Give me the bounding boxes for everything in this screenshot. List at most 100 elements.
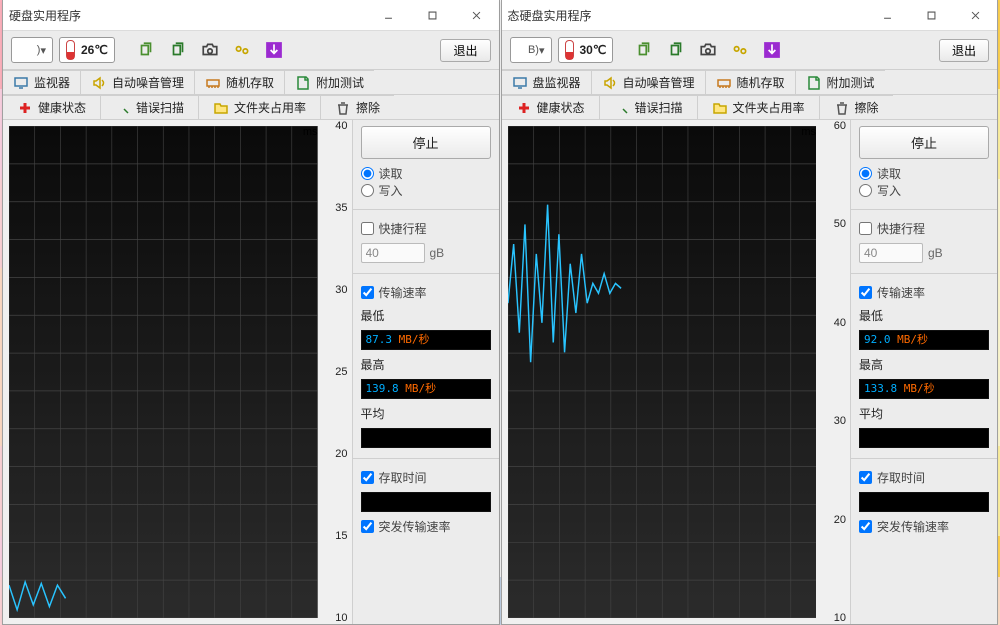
y-tick: 40 [834,317,846,329]
max-readout-label: 最高 [361,356,491,373]
access-time-checkbox[interactable]: 存取时间 [859,469,989,486]
max-readout-label: 最高 [859,356,989,373]
camera-toolbar-button[interactable] [695,38,721,62]
close-button[interactable] [455,0,499,30]
quick-stroke-checkbox[interactable]: 快捷行程 [361,220,491,237]
tab-label: 健康状态 [537,99,585,116]
copy-toolbar-button[interactable] [133,38,159,62]
read-radio[interactable]: 读取 [361,165,491,182]
tab-folder[interactable]: 文件夹占用率 [697,95,819,119]
maximize-button[interactable] [411,0,455,30]
write-radio[interactable]: 写入 [361,182,491,199]
gears-icon [233,41,251,59]
tab-plus[interactable]: 健康状态 [3,95,100,119]
tab-label: 附加测试 [827,74,875,91]
chart-area: ms605040302010 [502,120,851,624]
tab-ram[interactable]: 随机存取 [194,70,284,94]
burst-rate-checkbox[interactable]: 突发传输速率 [361,518,491,535]
quick-value-row: gB [859,243,989,263]
temperature-value: 26℃ [81,43,108,57]
stop-button[interactable]: 停止 [361,126,491,159]
copy-toolbar-button[interactable] [631,38,657,62]
quick-value-input[interactable] [361,243,425,263]
main-toolbar: B)▾30℃退出 [502,31,998,70]
window-body: ms40353025201510停止读取写入快捷行程gB传输速率最低87.3 M… [3,120,499,624]
access-readout [859,492,989,512]
maximize-button[interactable] [909,0,953,30]
tab-ram[interactable]: 随机存取 [705,70,795,94]
gb-label: gB [430,246,445,260]
close-button[interactable] [953,0,997,30]
tabs-row-1: 盘监视器 自动噪音管理 随机存取 附加测试 [502,70,998,95]
window-body: ms605040302010停止读取写入快捷行程gB传输速率最低92.0 MB/… [502,120,998,624]
transfer-rate-checkbox[interactable]: 传输速率 [859,284,989,301]
title-bar: 态硬盘实用程序 [502,0,998,31]
burst-rate-checkbox[interactable]: 突发传输速率 [859,518,989,535]
write-radio[interactable]: 写入 [859,182,989,199]
plus-icon [17,100,33,116]
y-tick: 35 [335,202,347,214]
tab-label: 健康状态 [38,99,86,116]
down-toolbar-button[interactable] [759,38,785,62]
y-tick: 25 [335,366,347,378]
y-tick: 20 [834,514,846,526]
trash-icon [834,100,850,116]
transfer-rate-checkbox[interactable]: 传输速率 [361,284,491,301]
tab-note[interactable]: 附加测试 [284,70,374,94]
tab-label: 随机存取 [737,74,785,91]
minimize-button[interactable] [367,0,411,30]
down-toolbar-button[interactable] [261,38,287,62]
line-chart [9,126,318,618]
close-icon [970,10,981,21]
stop-button[interactable]: 停止 [859,126,989,159]
y-ticks: 40353025201510 [322,126,348,618]
tabs-row-1: 监视器自动噪音管理随机存取附加测试 [3,70,499,95]
max-readout: 139.8 MB/秒 [361,379,491,399]
close-icon [471,10,482,21]
drive-selector[interactable]: B)▾ [510,37,552,63]
tab-trash[interactable]: 擦除 [819,95,893,119]
quick-value-input[interactable] [859,243,923,263]
tab-monitor[interactable]: 盘监视器 [502,70,591,94]
camera-toolbar-button[interactable] [197,38,223,62]
tab-label: 自动噪音管理 [623,74,695,91]
copy2-toolbar-button[interactable] [165,38,191,62]
read-radio[interactable]: 读取 [859,165,989,182]
minimize-button[interactable] [865,0,909,30]
tab-lens[interactable]: 错误扫描 [100,95,198,119]
gears-toolbar-button[interactable] [229,38,255,62]
tab-folder[interactable]: 文件夹占用率 [198,95,320,119]
monitor-icon [13,75,29,91]
drive-selector[interactable]: )▾ [11,37,53,63]
y-tick: 30 [834,415,846,427]
y-ticks: 605040302010 [820,126,846,618]
y-tick: 40 [335,120,347,132]
exit-button[interactable]: 退出 [939,39,989,62]
ram-icon [205,75,221,91]
tab-label: 盘监视器 [533,74,581,91]
access-readout [361,492,491,512]
tab-lens[interactable]: 错误扫描 [599,95,697,119]
gears-toolbar-button[interactable] [727,38,753,62]
chevron-down-icon: ▾ [40,44,46,57]
tab-monitor[interactable]: 监视器 [3,70,80,94]
chart-area: ms40353025201510 [3,120,352,624]
tab-note[interactable]: 附加测试 [795,70,885,94]
tab-speaker[interactable]: 自动噪音管理 [80,70,194,94]
note-icon [806,75,822,91]
ram-icon [716,75,732,91]
down-icon [763,41,781,59]
tab-label: 擦除 [855,99,879,116]
copy2-toolbar-button[interactable] [663,38,689,62]
y-axis-unit: ms [801,126,816,138]
access-time-checkbox[interactable]: 存取时间 [361,469,491,486]
tabs-row-2: 健康状态错误扫描文件夹占用率擦除 [3,95,499,120]
tab-plus[interactable]: 健康状态 [502,95,599,119]
note-icon [295,75,311,91]
tab-speaker[interactable]: 自动噪音管理 [591,70,705,94]
tab-trash[interactable]: 擦除 [320,95,394,119]
quick-stroke-checkbox[interactable]: 快捷行程 [859,220,989,237]
trash-icon [335,100,351,116]
tab-label: 错误扫描 [635,99,683,116]
exit-button[interactable]: 退出 [440,39,490,62]
